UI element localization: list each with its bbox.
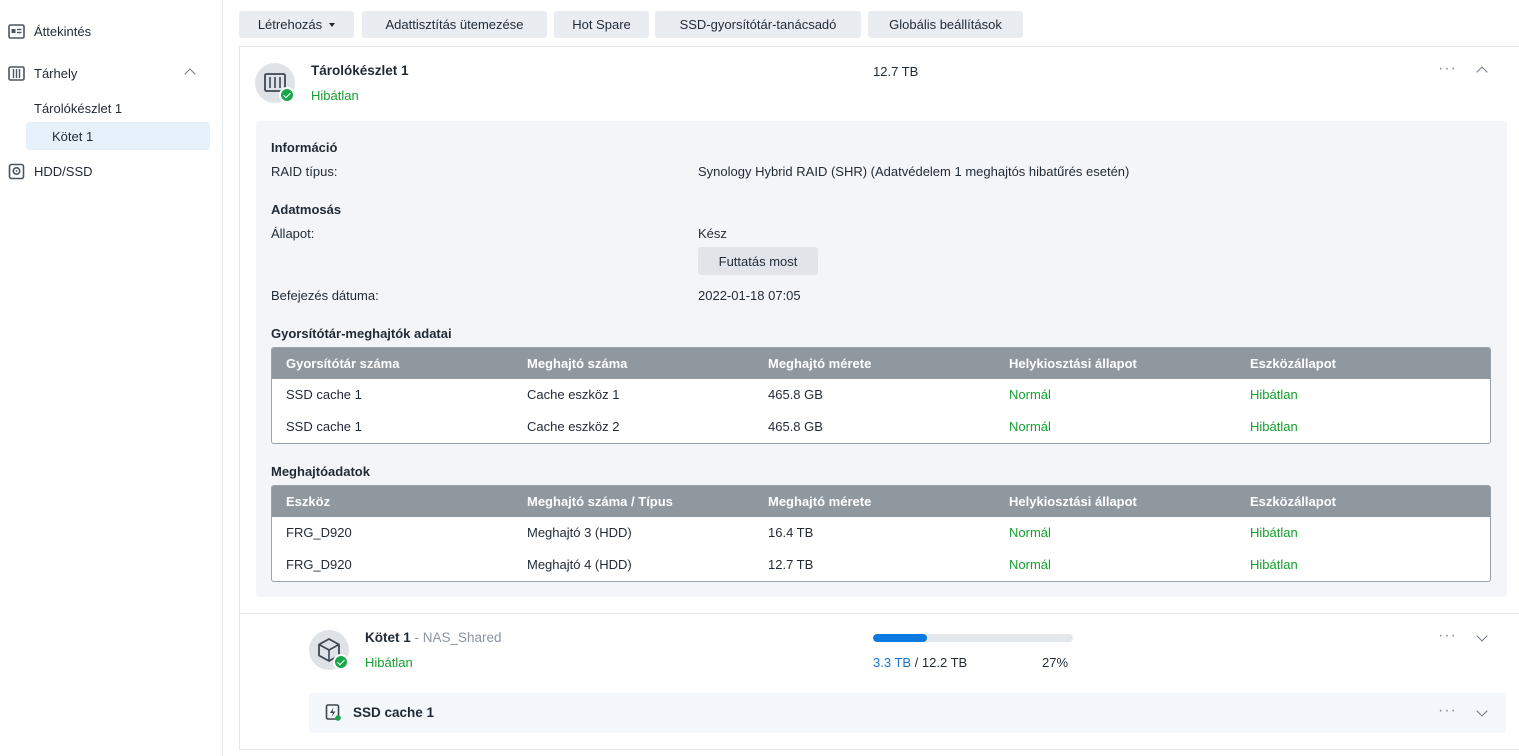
column-header[interactable]: Eszköz [286,494,330,509]
sidebar-item-overview[interactable]: Áttekintés [0,17,222,45]
table-cell: Cache eszköz 2 [527,419,620,434]
volume-name: Kötet 1 [365,630,411,645]
scrub-finished-label: Befejezés dátuma: [271,288,379,303]
table-cell: FRG_D920 [286,557,352,572]
cache-drives-table: Gyorsítótár száma Meghajtó száma Meghajt… [271,347,1491,444]
volume-slash: / [911,655,922,670]
volume-usage-fill [873,634,927,642]
column-header[interactable]: Helykiosztási állapot [1009,356,1137,371]
volume-separator: - [410,630,423,645]
scrub-finished-value: 2022-01-18 07:05 [698,288,801,303]
healthy-check-icon [333,654,349,670]
column-header[interactable]: Meghajtó száma [527,356,627,371]
sidebar-item-volume[interactable]: Kötet 1 [52,129,93,144]
pool-status: Hibátlan [311,88,359,103]
volume-description: NAS_Shared [422,630,502,645]
volume-total: 12.2 TB [921,655,968,670]
drive-table-title: Meghajtóadatok [271,464,370,479]
table-cell: Normál [1009,419,1051,434]
table-cell: Meghajtó 3 (HDD) [527,525,632,540]
table-cell: SSD cache 1 [286,419,362,434]
more-options-icon[interactable]: ··· [1438,702,1457,720]
table-cell: Meghajtó 4 (HDD) [527,557,632,572]
table-cell: Hibátlan [1250,525,1298,540]
volume-usage-bar [873,634,1073,642]
scrub-state-value: Kész [698,226,727,241]
pool-size: 12.7 TB [873,64,919,79]
table-cell: Hibátlan [1250,419,1298,434]
global-settings-button[interactable]: Globális beállítások [868,11,1023,38]
info-section-title: Információ [271,140,338,155]
volume-usage-percent: 27% [1042,655,1069,670]
table-cell: FRG_D920 [286,525,352,540]
table-row[interactable]: FRG_D920 Meghajtó 3 (HDD) 16.4 TB Normál… [272,517,1490,549]
table-row[interactable]: FRG_D920 Meghajtó 4 (HDD) 12.7 TB Normál… [272,549,1490,581]
table-cell: Normál [1009,557,1051,572]
ssd-advisor-button[interactable]: SSD-gyorsítótár-tanácsadó [655,11,861,38]
table-row[interactable]: SSD cache 1 Cache eszköz 1 465.8 GB Norm… [272,379,1490,411]
scrub-state-label: Állapot: [271,226,315,241]
table-cell: Hibátlan [1250,557,1298,572]
overview-icon [8,24,25,39]
cache-table-title: Gyorsítótár-meghajtók adatai [271,326,452,341]
table-cell: 465.8 GB [768,387,823,402]
healthy-check-icon [279,87,295,103]
column-header[interactable]: Helykiosztási állapot [1009,494,1137,509]
divider [239,613,1519,614]
ssd-cache-row[interactable] [309,693,1506,733]
column-header[interactable]: Meghajtó mérete [768,494,871,509]
table-cell: Normál [1009,525,1051,540]
create-button[interactable]: Létrehozás [239,11,354,38]
ssd-cache-icon [325,704,341,721]
run-now-button[interactable]: Futtatás most [698,247,818,275]
sidebar-item-label: Áttekintés [34,23,92,39]
column-header[interactable]: Meghajtó száma / Típus [527,494,673,509]
raid-type-value: Synology Hybrid RAID (SHR) (Adatvédelem … [698,164,1130,179]
storage-icon [8,66,25,81]
scrub-section-title: Adatmosás [271,202,342,217]
volume-used: 3.3 TB [873,655,912,670]
sidebar-item-storage[interactable]: Tárhely [0,59,222,87]
hot-spare-button[interactable]: Hot Spare [554,11,649,38]
column-header[interactable]: Meghajtó mérete [768,356,871,371]
chevron-up-icon[interactable] [184,68,196,80]
table-cell: Normál [1009,387,1051,402]
scrub-schedule-button[interactable]: Adattisztítás ütemezése [362,11,547,38]
pool-title: Tárolókészlet 1 [311,63,409,78]
table-cell: Hibátlan [1250,387,1298,402]
table-cell: 16.4 TB [768,525,814,540]
table-cell: Cache eszköz 1 [527,387,620,402]
table-cell: 12.7 TB [768,557,814,572]
more-options-icon[interactable]: ··· [1438,60,1457,78]
column-header[interactable]: Gyorsítótár száma [286,356,399,371]
table-header: Gyorsítótár száma Meghajtó száma Meghajt… [272,348,1490,379]
raid-type-label: RAID típus: [271,164,338,179]
caret-down-icon [329,22,336,27]
volume-usage-text: 3.3 TB / 12.2 TB [873,655,967,670]
create-button-label: Létrehozás [257,17,323,32]
hdd-icon [8,163,25,180]
table-row[interactable]: SSD cache 1 Cache eszköz 2 465.8 GB Norm… [272,411,1490,443]
column-header[interactable]: Eszközállapot [1250,356,1336,371]
column-header[interactable]: Eszközállapot [1250,494,1336,509]
drive-info-table: Eszköz Meghajtó száma / Típus Meghajtó m… [271,485,1491,582]
table-header: Eszköz Meghajtó száma / Típus Meghajtó m… [272,486,1490,517]
more-options-icon[interactable]: ··· [1438,627,1457,645]
volume-title: Kötet 1 - NAS_Shared [365,630,502,645]
sidebar: Áttekintés Tárhely Tárolókészlet 1 Kötet… [0,0,223,756]
table-cell: SSD cache 1 [286,387,362,402]
table-cell: 465.8 GB [768,419,823,434]
ssd-cache-title: SSD cache 1 [353,705,435,720]
sidebar-item-label: Tárhely [34,65,78,81]
sidebar-item-label: HDD/SSD [34,163,93,179]
volume-status: Hibátlan [365,655,413,670]
sidebar-item-hdd-ssd[interactable]: HDD/SSD [0,157,222,185]
sidebar-item-pool[interactable]: Tárolókészlet 1 [34,101,122,116]
